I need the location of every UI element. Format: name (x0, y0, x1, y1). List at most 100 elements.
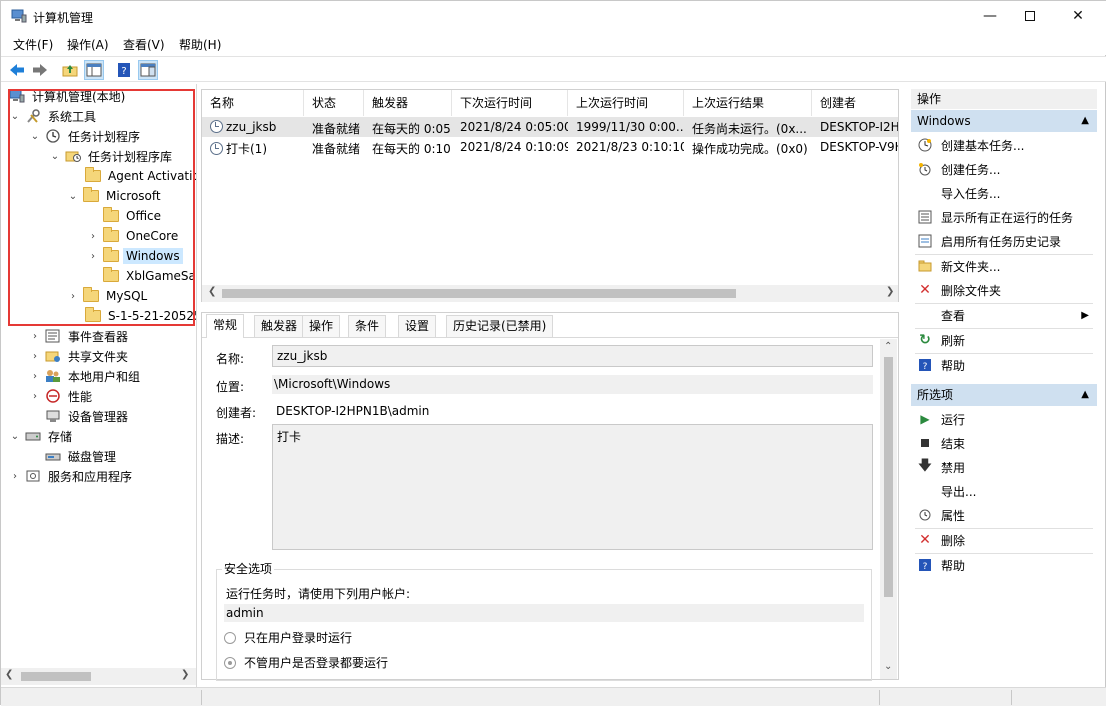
action-import-task[interactable]: 导入任务... (911, 182, 1097, 204)
action-run[interactable]: ▶ 运行 (911, 408, 1097, 430)
action-help[interactable]: ? 帮助 (911, 354, 1097, 376)
maximize-button[interactable] (1007, 1, 1053, 31)
action-enable-history[interactable]: 启用所有任务历史记录 (911, 230, 1097, 252)
tree-item-xblgamesave[interactable]: XblGameSave (103, 266, 196, 286)
table-row[interactable]: zzu_jksb 准备就绪 在每天的 0:05 2021/8/24 0:05:0… (202, 117, 898, 137)
tree-item-event-viewer[interactable]: › 事件查看器 (29, 326, 131, 346)
tree-item-office[interactable]: Office (103, 206, 164, 226)
tree-item-task-scheduler-library[interactable]: ⌄ 任务计划程序库 (49, 146, 175, 166)
action-view[interactable]: 查看 ▶ (911, 304, 1097, 326)
help-button[interactable]: ? (114, 60, 134, 80)
tree-item-services-applications[interactable]: › 服务和应用程序 (9, 466, 135, 486)
column-header-author[interactable]: 创建者 (812, 90, 898, 116)
menu-file[interactable]: 文件(F) (13, 36, 53, 53)
tree-item-windows[interactable]: › Windows (87, 246, 183, 266)
scroll-right-icon[interactable]: ❯ (181, 669, 189, 680)
tree-item-sid-folder[interactable]: S-1-5-21-2052511 (85, 306, 196, 326)
task-list-horizontal-scrollbar[interactable]: ❮ ❯ (202, 285, 898, 302)
tree-horizontal-scrollbar[interactable]: ❮ ❯ (1, 668, 196, 685)
tree-item-system-tools[interactable]: ⌄ 系统工具 (9, 106, 99, 126)
tab-conditions[interactable]: 条件 (348, 315, 387, 337)
collapse-up-icon[interactable]: ▲ (1081, 384, 1089, 406)
detail-vertical-scrollbar[interactable]: ⌃ ⌄ (880, 339, 897, 679)
up-folder-button[interactable] (60, 60, 80, 80)
scroll-down-icon[interactable]: ⌄ (884, 661, 892, 672)
tree-item-task-scheduler[interactable]: ⌄ 任务计划程序 (29, 126, 143, 146)
tree-item-agent-activation[interactable]: Agent Activation Runtime (85, 166, 196, 186)
show-action-pane-button[interactable] (138, 60, 158, 80)
forward-button[interactable] (30, 60, 50, 80)
tree-item-performance[interactable]: › 性能 (29, 386, 95, 406)
collapse-up-icon[interactable]: ▲ (1081, 110, 1089, 132)
column-header-last-run[interactable]: 上次运行时间 (568, 90, 684, 116)
menu-action[interactable]: 操作(A) (67, 36, 109, 53)
chevron-right-icon[interactable]: › (29, 331, 41, 342)
blank-icon (917, 483, 933, 499)
scrollbar-thumb[interactable] (21, 672, 91, 681)
show-hide-tree-button[interactable] (84, 60, 104, 80)
tab-triggers[interactable]: 触发器 (254, 315, 305, 337)
action-display-running-tasks[interactable]: 显示所有正在运行的任务 (911, 206, 1097, 228)
tab-settings[interactable]: 设置 (398, 315, 437, 337)
scrollbar-thumb[interactable] (884, 357, 893, 597)
chevron-right-icon[interactable]: › (29, 351, 41, 362)
chevron-down-icon[interactable]: ⌄ (29, 131, 41, 142)
tree-item-disk-management[interactable]: 磁盘管理 (45, 446, 119, 466)
scroll-left-icon[interactable]: ❮ (208, 286, 216, 297)
tree-label: 设备管理器 (68, 409, 129, 424)
action-help-selected[interactable]: ? 帮助 (911, 554, 1097, 576)
action-delete[interactable]: ✕ 删除 (911, 529, 1097, 551)
tree-item-computer-management[interactable]: 计算机管理(本地) (9, 86, 128, 106)
tree-item-storage[interactable]: ⌄ 存储 (9, 426, 75, 446)
chevron-right-icon[interactable]: › (87, 231, 99, 242)
description-field[interactable]: 打卡 (272, 424, 873, 550)
column-header-last-result[interactable]: 上次运行结果 (684, 90, 812, 116)
tree-item-onecore[interactable]: › OneCore (87, 226, 181, 246)
menu-help[interactable]: 帮助(H) (179, 36, 221, 53)
tree-item-mysql[interactable]: › MySQL (67, 286, 150, 306)
action-properties[interactable]: 属性 (911, 504, 1097, 526)
radio-run-when-logged-on[interactable]: 只在用户登录时运行 (224, 629, 352, 646)
tree-item-device-manager[interactable]: 设备管理器 (45, 406, 131, 426)
radio-run-whether-logged-on[interactable]: 不管用户是否登录都要运行 (224, 654, 388, 671)
chevron-down-icon[interactable]: ⌄ (9, 431, 21, 442)
scrollbar-thumb[interactable] (222, 289, 736, 298)
back-button[interactable] (7, 60, 27, 80)
chevron-right-icon[interactable]: › (87, 251, 99, 262)
task-name-field[interactable]: zzu_jksb (272, 345, 873, 367)
menu-view[interactable]: 查看(V) (123, 36, 165, 53)
action-create-basic-task[interactable]: 创建基本任务... (911, 134, 1097, 156)
close-button[interactable]: ✕ (1055, 1, 1101, 31)
action-new-folder[interactable]: 新文件夹... (911, 255, 1097, 277)
tools-icon (25, 109, 41, 123)
chevron-right-icon[interactable]: › (67, 291, 79, 302)
tab-history[interactable]: 历史记录(已禁用) (446, 315, 554, 337)
action-end[interactable]: 结束 (911, 432, 1097, 454)
tree-item-microsoft[interactable]: ⌄ Microsoft (67, 186, 164, 206)
action-refresh[interactable]: ↻ 刷新 (911, 329, 1097, 351)
scroll-right-icon[interactable]: ❯ (886, 286, 894, 297)
chevron-down-icon[interactable]: ⌄ (49, 151, 61, 162)
column-header-trigger[interactable]: 触发器 (364, 90, 452, 116)
chevron-right-icon[interactable]: › (9, 471, 21, 482)
actions-section-windows[interactable]: Windows ▲ (911, 110, 1097, 132)
action-create-task[interactable]: 创建任务... (911, 158, 1097, 180)
action-export[interactable]: 导出... (911, 480, 1097, 502)
tab-actions[interactable]: 操作 (302, 315, 341, 337)
tree-item-local-users-groups[interactable]: › 本地用户和组 (29, 366, 143, 386)
scroll-left-icon[interactable]: ❮ (5, 669, 13, 680)
action-disable[interactable]: 🡇 禁用 (911, 456, 1097, 478)
action-delete-folder[interactable]: ✕ 删除文件夹 (911, 279, 1097, 301)
column-header-next-run[interactable]: 下次运行时间 (452, 90, 568, 116)
tree-item-shared-folders[interactable]: › 共享文件夹 (29, 346, 131, 366)
actions-section-selected[interactable]: 所选项 ▲ (911, 384, 1097, 406)
chevron-right-icon[interactable]: › (29, 371, 41, 382)
column-header-status[interactable]: 状态 (304, 90, 364, 116)
column-header-name[interactable]: 名称 (202, 90, 304, 116)
tab-general[interactable]: 常规 (206, 314, 245, 338)
scroll-up-icon[interactable]: ⌃ (884, 341, 892, 352)
chevron-right-icon[interactable]: › (29, 391, 41, 402)
table-row[interactable]: 打卡(1) 准备就绪 在每天的 0:10 2021/8/24 0:10:09 2… (202, 137, 898, 157)
chevron-down-icon[interactable]: ⌄ (9, 111, 21, 122)
chevron-down-icon[interactable]: ⌄ (67, 191, 79, 202)
